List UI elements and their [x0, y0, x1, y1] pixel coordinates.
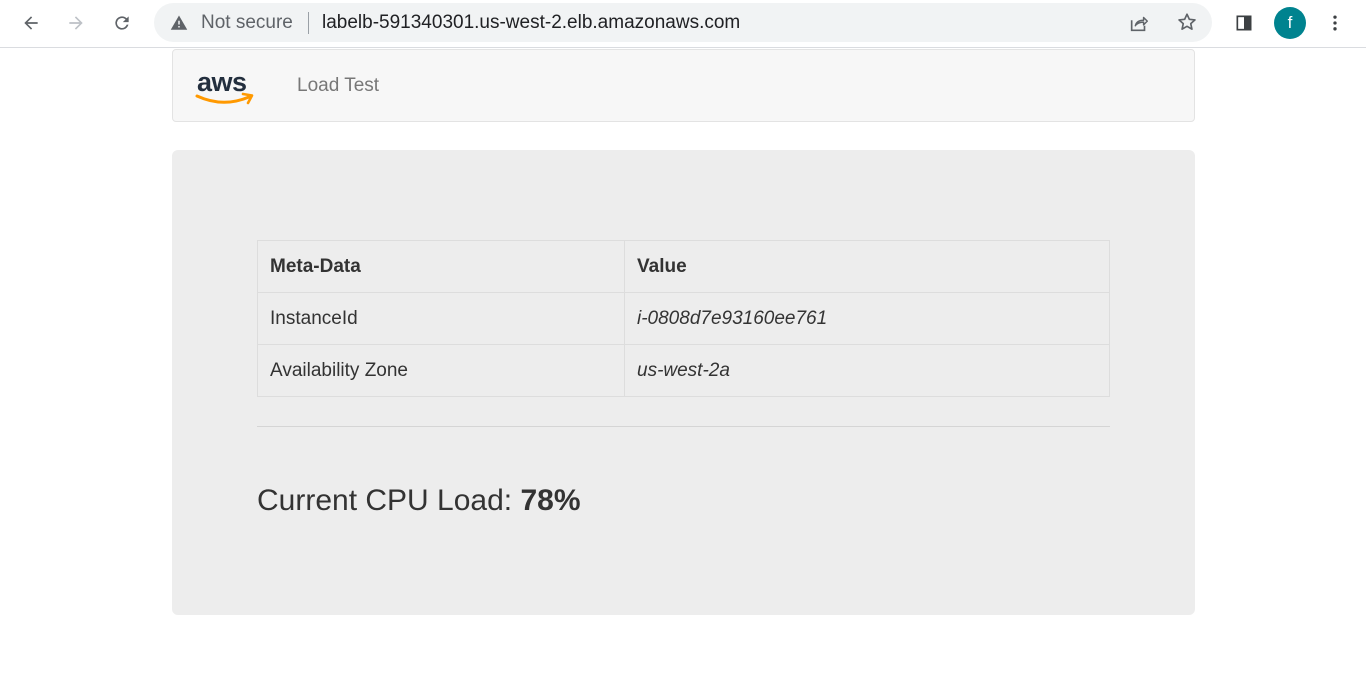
main-panel: Meta-Data Value InstanceId i-0808d7e9316… [172, 150, 1195, 615]
aws-smile-icon [195, 92, 254, 105]
brand-title-link[interactable]: Load Test [297, 75, 379, 97]
column-header-value: Value [624, 240, 1110, 293]
omnibox-separator [308, 12, 309, 34]
share-icon[interactable] [1128, 12, 1150, 34]
table-row: InstanceId i-0808d7e93160ee761 [257, 292, 1110, 345]
reload-button[interactable] [105, 6, 139, 40]
site-navbar: aws Load Test [172, 49, 1195, 122]
browser-toolbar: Not secure labelb-591340301.us-west-2.el… [0, 0, 1366, 48]
column-header-meta-data: Meta-Data [257, 240, 625, 293]
metadata-table: Meta-Data Value InstanceId i-0808d7e9316… [257, 240, 1110, 397]
forward-button[interactable] [59, 6, 93, 40]
profile-avatar[interactable]: f [1274, 7, 1306, 39]
bookmark-star-icon[interactable] [1176, 11, 1198, 33]
metadata-value: i-0808d7e93160ee761 [624, 292, 1110, 345]
cpu-load-readout: Current CPU Load: 78% [257, 484, 581, 518]
aws-logo[interactable]: aws [195, 66, 259, 110]
reload-icon [115, 16, 129, 30]
metadata-key: InstanceId [257, 292, 625, 345]
url-text[interactable]: labelb-591340301.us-west-2.elb.amazonaws… [322, 12, 740, 34]
side-panel-icon [1236, 15, 1252, 31]
back-button[interactable] [14, 6, 48, 40]
security-label[interactable]: Not secure [201, 12, 293, 34]
cpu-load-value: 78% [520, 484, 581, 517]
table-row: Availability Zone us-west-2a [257, 344, 1110, 397]
metadata-value: us-west-2a [624, 344, 1110, 397]
cpu-load-label: Current CPU Load: [257, 484, 521, 517]
more-vertical-icon [1333, 15, 1337, 31]
side-panel-button[interactable] [1227, 6, 1261, 40]
metadata-key: Availability Zone [257, 344, 625, 397]
horizontal-divider [257, 426, 1110, 427]
warning-icon[interactable] [170, 14, 188, 32]
table-header-row: Meta-Data Value [257, 240, 1110, 293]
address-bar[interactable]: Not secure labelb-591340301.us-west-2.el… [154, 3, 1212, 42]
arrow-right-icon [69, 16, 83, 30]
browser-menu-button[interactable] [1318, 6, 1352, 40]
arrow-left-icon [24, 16, 38, 30]
